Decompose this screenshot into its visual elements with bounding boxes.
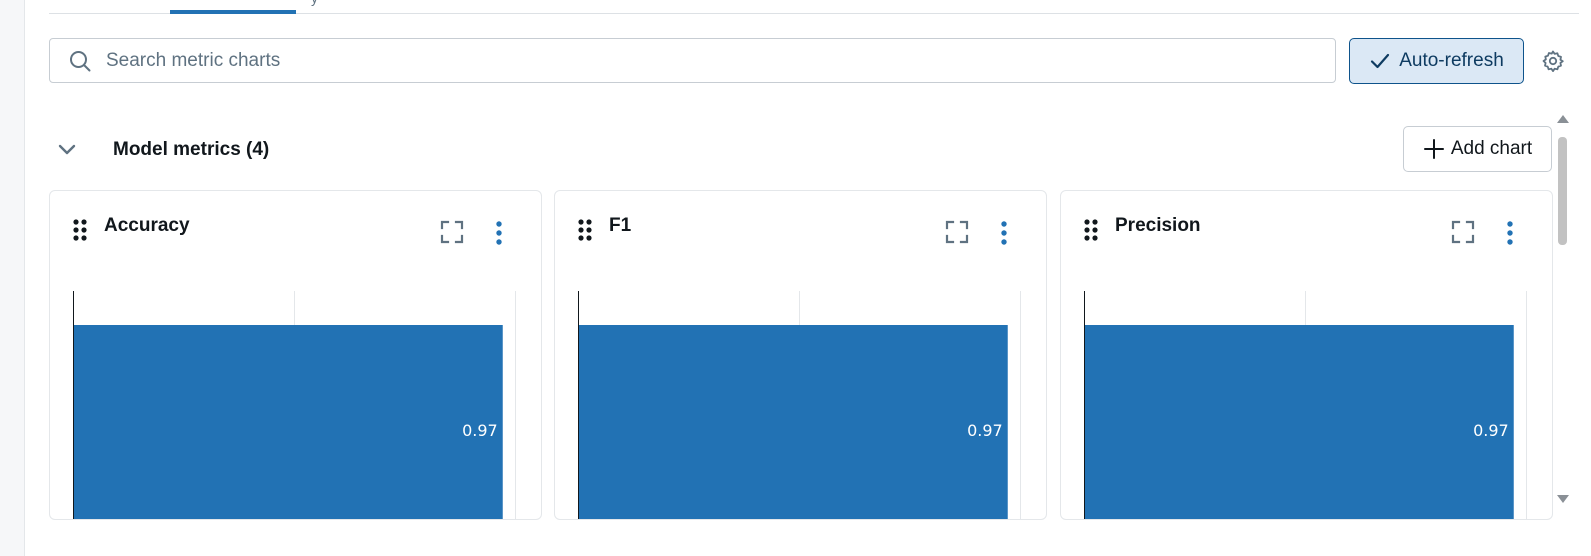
add-chart-button[interactable]: Add chart: [1403, 126, 1552, 172]
chevron-down-icon[interactable]: [57, 140, 77, 160]
bar-chart-plot: 0.97: [73, 291, 516, 520]
fullscreen-icon[interactable]: [440, 220, 464, 244]
drag-handle-icon[interactable]: [1083, 218, 1099, 242]
bar[interactable]: [579, 325, 1008, 520]
fullscreen-icon[interactable]: [945, 220, 969, 244]
drag-handle-icon[interactable]: [72, 218, 88, 242]
search-input[interactable]: [104, 48, 1335, 73]
metric-chart-card: Accuracy 0.97: [49, 190, 542, 520]
add-chart-label: Add chart: [1450, 138, 1533, 159]
top-tab-bar: y: [49, 0, 1579, 14]
kebab-menu-icon[interactable]: [997, 220, 1011, 246]
checkmark-icon: [1371, 53, 1390, 69]
model-metrics-section-header: Model metrics (4) Add chart: [49, 126, 1559, 174]
active-tab-indicator: [170, 10, 296, 14]
auto-refresh-toggle[interactable]: Auto-refresh: [1349, 38, 1524, 84]
plus-icon: [1423, 139, 1444, 159]
kebab-menu-icon[interactable]: [1503, 220, 1517, 246]
bar-chart-plot: 0.97: [1084, 291, 1527, 520]
bar-chart-plot: 0.97: [578, 291, 1021, 520]
bar[interactable]: [1085, 325, 1514, 520]
scroll-thumb[interactable]: [1558, 137, 1567, 245]
data-label: 0.97: [967, 421, 1003, 440]
chart-title: Accuracy: [104, 215, 190, 236]
chart-title: Precision: [1115, 215, 1201, 236]
tab-partial-label[interactable]: y: [311, 0, 371, 6]
chart-title: F1: [609, 215, 632, 236]
kebab-menu-icon[interactable]: [492, 220, 506, 246]
section-title: Model metrics (4): [113, 139, 270, 160]
gear-icon[interactable]: [1541, 49, 1565, 73]
data-label: 0.97: [1473, 421, 1509, 440]
metric-chart-card: F1 0.97: [554, 190, 1047, 520]
vertical-scrollbar[interactable]: [1555, 115, 1569, 503]
bar[interactable]: [74, 325, 503, 520]
left-rail: [0, 0, 25, 556]
fullscreen-icon[interactable]: [1451, 220, 1475, 244]
search-box[interactable]: [49, 38, 1336, 83]
drag-handle-icon[interactable]: [577, 218, 593, 242]
scroll-down-arrow-icon[interactable]: [1557, 495, 1569, 503]
metric-chart-card: Precision 0.97: [1060, 190, 1553, 520]
data-label: 0.97: [462, 421, 498, 440]
auto-refresh-label: Auto-refresh: [1399, 50, 1504, 71]
search-icon: [70, 50, 91, 71]
scroll-up-arrow-icon[interactable]: [1557, 115, 1569, 123]
